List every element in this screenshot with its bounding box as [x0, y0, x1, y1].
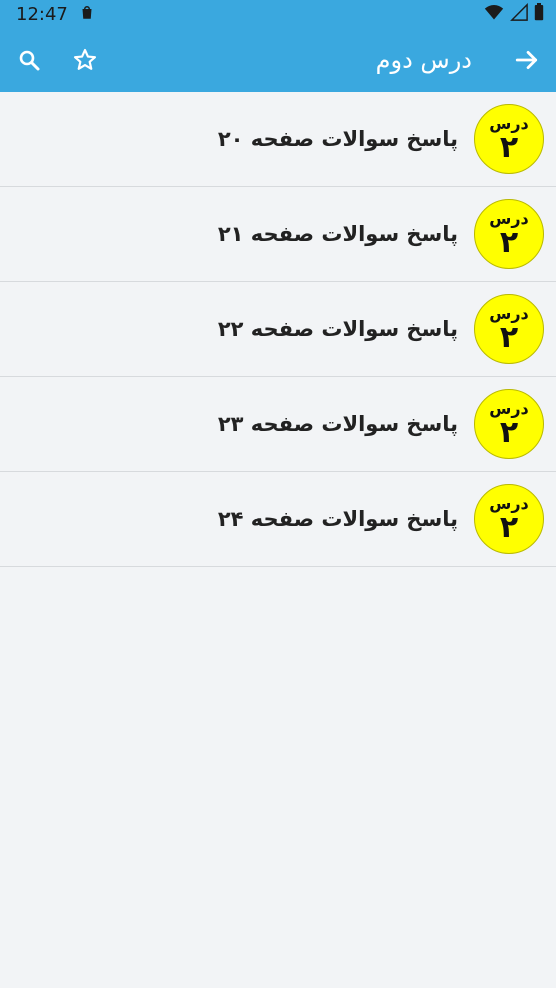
- badge-number: ۲: [499, 225, 519, 260]
- list-item[interactable]: پاسخ سوالات صفحه ۲۱ درس ۲: [0, 187, 556, 282]
- lesson-list: پاسخ سوالات صفحه ۲۰ درس ۲ پاسخ سوالات صف…: [0, 92, 556, 567]
- favorite-button[interactable]: [70, 45, 100, 75]
- list-item[interactable]: پاسخ سوالات صفحه ۲۴ درس ۲: [0, 472, 556, 567]
- search-icon: [19, 50, 40, 71]
- star-outline-icon: [73, 48, 97, 70]
- list-item-title: پاسخ سوالات صفحه ۲۲: [217, 317, 458, 341]
- badge-number: ۲: [499, 320, 519, 355]
- list-item-title: پاسخ سوالات صفحه ۲۴: [217, 507, 458, 531]
- lesson-badge: درس ۲: [474, 199, 544, 269]
- battery-icon: [534, 3, 544, 25]
- list-item[interactable]: پاسخ سوالات صفحه ۲۳ درس ۲: [0, 377, 556, 472]
- badge-number: ۲: [499, 510, 519, 545]
- status-bar: 12:47: [0, 0, 556, 28]
- list-item-title: پاسخ سوالات صفحه ۲۳: [217, 412, 458, 436]
- lesson-badge: درس ۲: [474, 484, 544, 554]
- app-bar-actions: [14, 45, 100, 75]
- cellular-signal-icon: [510, 3, 528, 25]
- list-item[interactable]: پاسخ سوالات صفحه ۲۰ درس ۲: [0, 92, 556, 187]
- page-title: درس دوم: [375, 46, 472, 74]
- status-time: 12:47: [16, 3, 68, 25]
- status-left: 12:47: [16, 3, 96, 26]
- list-item-title: پاسخ سوالات صفحه ۲۰: [217, 127, 458, 151]
- lesson-badge: درس ۲: [474, 389, 544, 459]
- arrow-right-icon: [515, 51, 538, 69]
- badge-number: ۲: [499, 415, 519, 450]
- app-bar: درس دوم: [0, 28, 556, 92]
- app-bar-title-wrap: درس دوم: [376, 45, 542, 75]
- notification-bag-icon: [78, 3, 96, 26]
- status-right: [484, 3, 544, 25]
- wifi-icon: [484, 3, 504, 25]
- search-button[interactable]: [14, 45, 44, 75]
- list-item-title: پاسخ سوالات صفحه ۲۱: [217, 222, 458, 246]
- back-button[interactable]: [512, 45, 542, 75]
- lesson-badge: درس ۲: [474, 104, 544, 174]
- list-item[interactable]: پاسخ سوالات صفحه ۲۲ درس ۲: [0, 282, 556, 377]
- badge-number: ۲: [499, 130, 519, 165]
- lesson-badge: درس ۲: [474, 294, 544, 364]
